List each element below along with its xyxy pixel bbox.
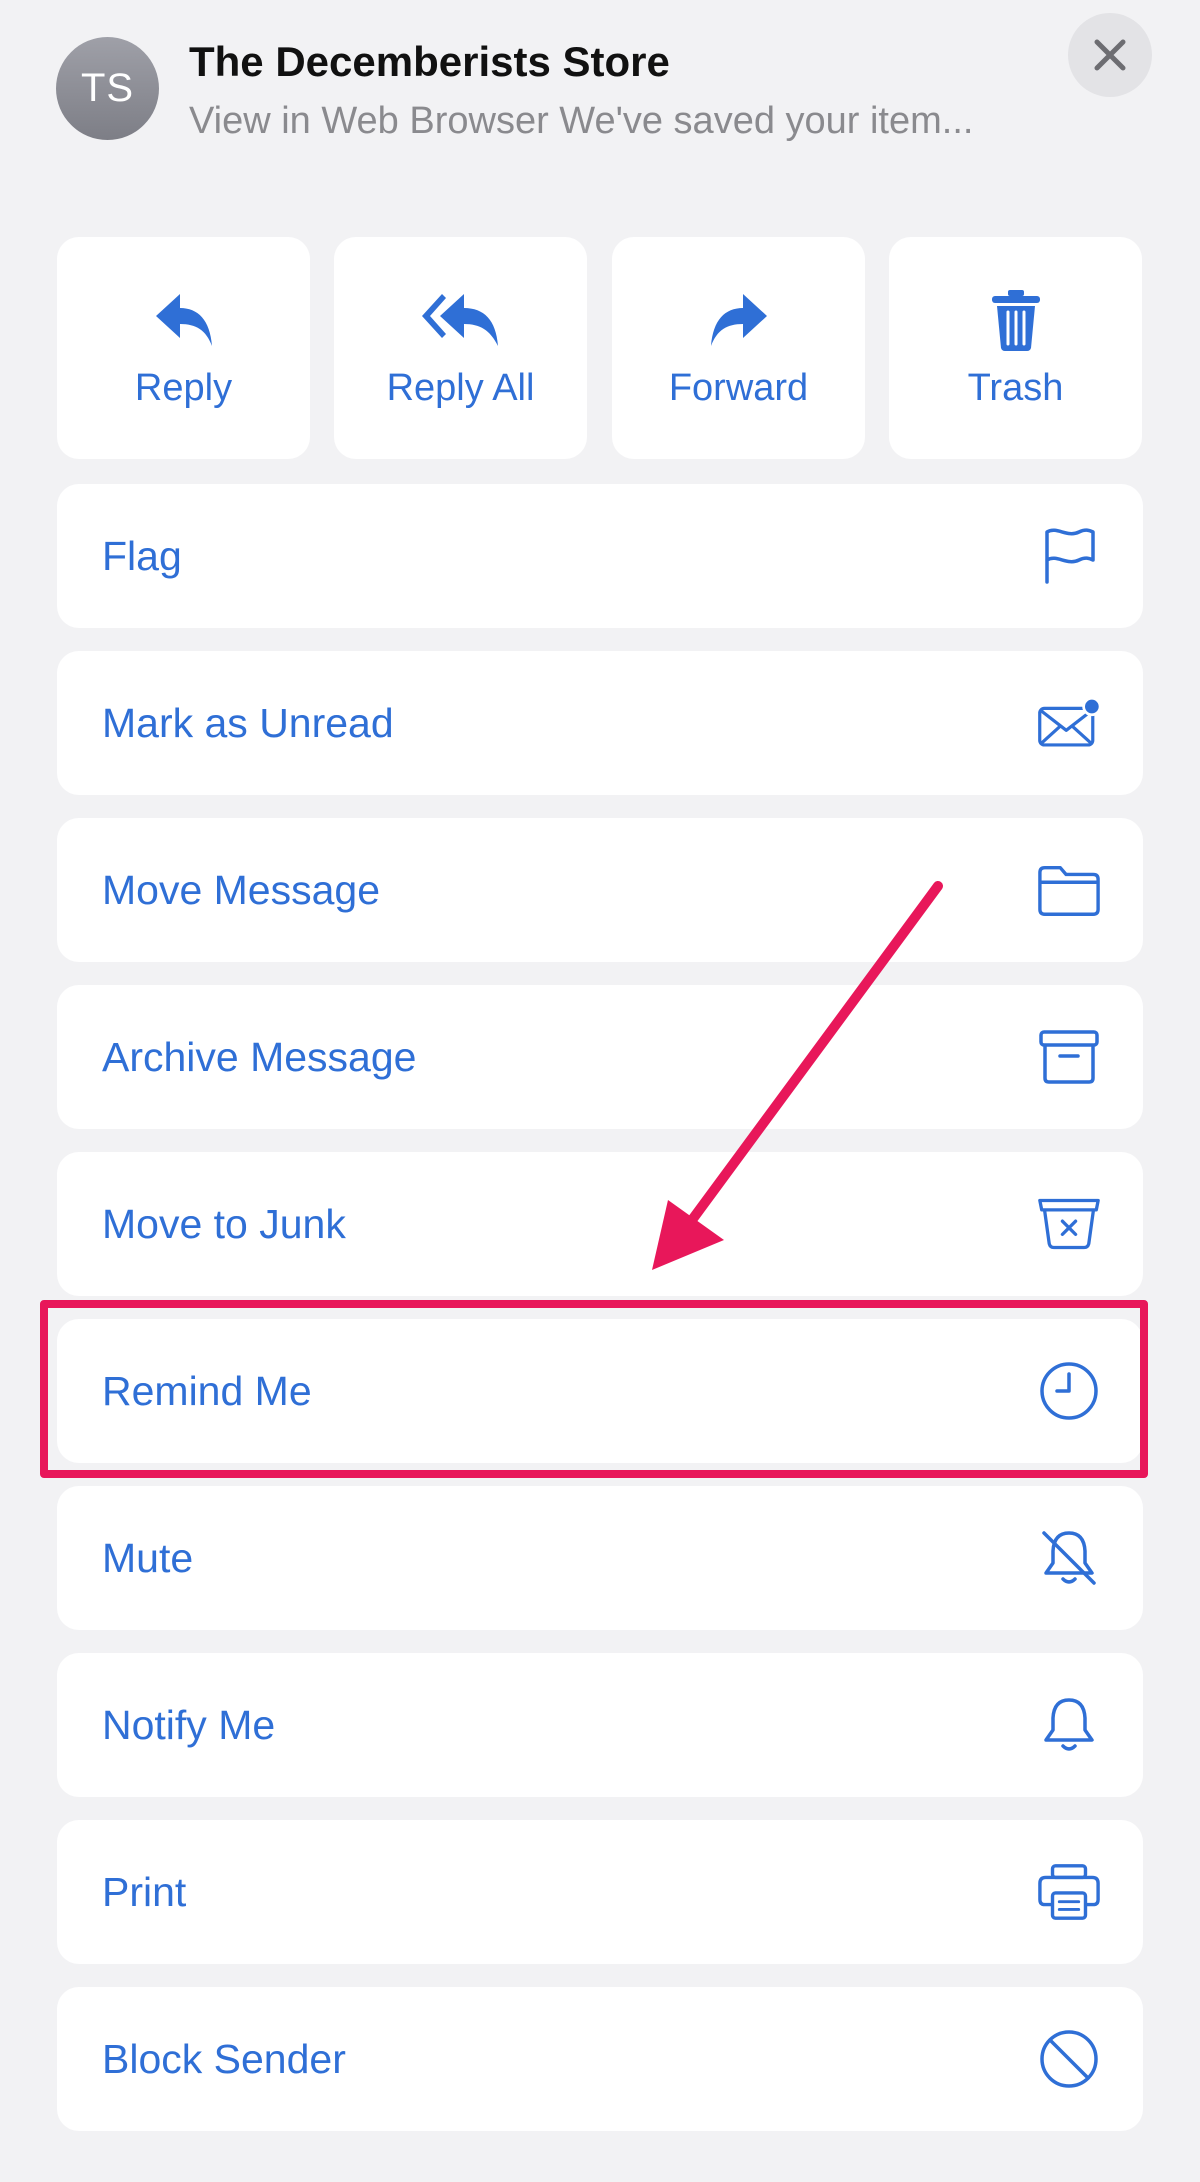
menu-item-label: Archive Message <box>102 1034 417 1080</box>
block-icon <box>1040 2030 1098 2088</box>
menu-item-label: Move to Junk <box>102 1201 346 1247</box>
envelope-unread-icon <box>1038 696 1101 747</box>
menu-item-mute[interactable]: Mute <box>57 1486 1143 1630</box>
email-header: TS The Decemberists Store View in Web Br… <box>0 0 1200 200</box>
highlight-box <box>40 1300 1148 1478</box>
menu-item-notify-me[interactable]: Notify Me <box>57 1653 1143 1797</box>
folder-icon <box>1038 866 1100 916</box>
message-preview: View in Web Browser We've saved your ite… <box>189 100 974 142</box>
menu-item-print[interactable]: Print <box>57 1820 1143 1964</box>
menu-item-archive[interactable]: Archive Message <box>57 985 1143 1129</box>
reply-button[interactable]: Reply <box>57 237 310 459</box>
reply-icon <box>155 294 212 346</box>
archive-box-icon <box>1039 1030 1099 1084</box>
menu-item-label: Block Sender <box>102 2036 346 2082</box>
menu-item-label: Notify Me <box>102 1702 276 1748</box>
menu-item-move-message[interactable]: Move Message <box>57 818 1143 962</box>
forward-button[interactable]: Forward <box>612 237 865 459</box>
forward-label: Forward <box>668 367 809 409</box>
reply-label: Reply <box>134 367 233 409</box>
menu-item-mark-unread[interactable]: Mark as Unread <box>57 651 1143 795</box>
flag-icon <box>1045 528 1095 584</box>
menu-item-label: Print <box>102 1869 187 1915</box>
reply-all-button[interactable]: Reply All <box>334 237 587 459</box>
printer-icon <box>1038 1864 1100 1920</box>
reply-all-label: Reply All <box>386 367 535 409</box>
bell-icon <box>1044 1698 1094 1751</box>
menu-item-label: Move Message <box>102 867 381 913</box>
avatar: TS <box>56 37 159 140</box>
reply-all-icon <box>421 294 498 346</box>
menu-item-label: Flag <box>102 533 182 579</box>
trash-label: Trash <box>967 367 1064 409</box>
trash-button[interactable]: Trash <box>889 237 1142 459</box>
menu-item-label: Mute <box>102 1535 194 1581</box>
sender-name: The Decemberists Store <box>189 38 670 85</box>
menu-item-block-sender[interactable]: Block Sender <box>57 1987 1143 2131</box>
close-button[interactable] <box>1068 13 1152 97</box>
menu-item-label: Mark as Unread <box>102 700 394 746</box>
trash-icon <box>991 290 1040 351</box>
close-icon <box>1094 39 1126 71</box>
junk-box-icon <box>1038 1198 1100 1250</box>
bell-slash-icon <box>1042 1531 1096 1585</box>
menu-item-flag[interactable]: Flag <box>57 484 1143 628</box>
forward-icon <box>710 294 767 346</box>
menu-item-move-junk[interactable]: Move to Junk <box>57 1152 1143 1296</box>
quick-actions: Reply Reply All Forward Trash <box>57 237 1142 459</box>
